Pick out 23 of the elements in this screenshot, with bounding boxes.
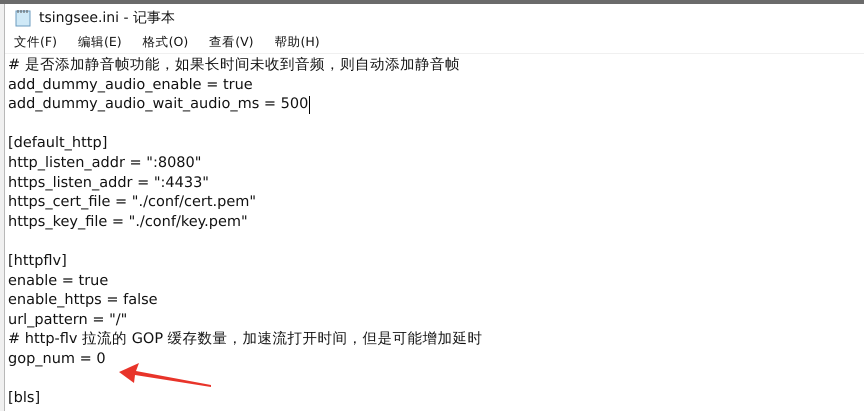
text-line: add_dummy_audio_wait_audio_ms = 500: [8, 95, 308, 114]
text-line: # http-flv 拉流的 GOP 缓存数量，加速流打开时间，但是可能增加延时: [8, 330, 483, 350]
text-line: # 是否添加静音帧功能，如果长时间未收到音频，则自动添加静音帧: [8, 56, 460, 75]
text-line: [default_http]: [8, 134, 108, 154]
text-line: add_dummy_audio_enable = true: [8, 76, 253, 95]
menu-item[interactable]: 查看(V): [207, 34, 256, 51]
notepad-icon: [15, 9, 31, 27]
window-title: tsingsee.ini - 记事本: [39, 9, 176, 27]
text-line: gop_num = 0: [8, 350, 106, 369]
text-line: enable_https = false: [8, 291, 158, 310]
arrow-icon: [117, 361, 213, 389]
menu-item[interactable]: 帮助(H): [272, 34, 322, 51]
text-line: enable = true: [8, 272, 108, 291]
text-line: http_listen_addr = ":8080": [8, 154, 202, 173]
text-line: [bls]: [8, 389, 40, 408]
text-line: url_pattern = "/": [8, 310, 128, 330]
text-line: https_key_file = "./conf/key.pem": [8, 212, 248, 232]
menu-item[interactable]: 格式(O): [140, 34, 190, 51]
text-line: [httpflv]: [8, 252, 67, 271]
menu-item[interactable]: 编辑(E): [76, 34, 124, 51]
menu-item[interactable]: 文件(F): [12, 34, 59, 51]
text-line: https_listen_addr = ":4433": [8, 174, 209, 193]
text-line: https_cert_file = "./conf/cert.pem": [8, 193, 256, 212]
